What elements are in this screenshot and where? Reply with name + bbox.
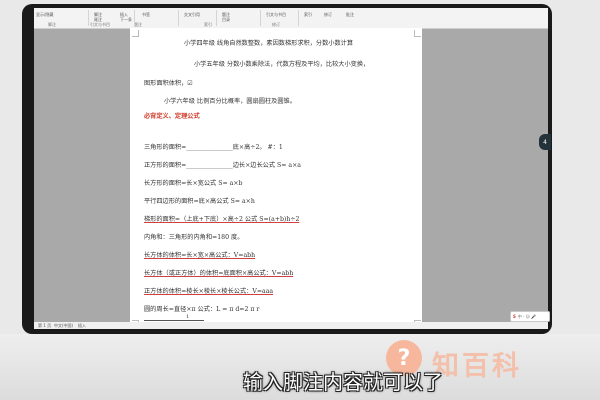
- ribbon-divider: [260, 10, 261, 26]
- formula-line: 内角和：三角形的内角和=180 度。: [144, 234, 244, 241]
- sogou-logo-icon: S: [513, 314, 516, 319]
- formula-line: 梯形的面积=（上底+下底）×高÷2 公式 S=(a+b)h÷2: [144, 216, 300, 223]
- formula-line: 长方体（或正方体）的体积=底面积×高公式：V=abh: [144, 270, 294, 277]
- formula-line: 三角形的面积=_______________底×高÷2。 #：1: [144, 144, 283, 151]
- side-panel-handle[interactable]: 4: [539, 134, 551, 150]
- citation-button[interactable]: 引文与书目: [266, 12, 286, 18]
- video-subtitle: 输入脚注内容就可以了: [243, 370, 443, 394]
- ribbon-divider: [88, 10, 89, 26]
- ribbon-divider: [178, 10, 179, 26]
- formula-line: 长方体的体积=长×宽×高公式：V=abh: [144, 252, 256, 259]
- comment-button[interactable]: 批注: [346, 12, 354, 18]
- status-bar: 第 1 页 中文(中国) 插入: [34, 322, 548, 329]
- side-handle-label: 4: [543, 138, 547, 146]
- page-indicator[interactable]: 第 1 页: [38, 323, 51, 329]
- formula-line: 长方形的面积=长×宽公式 S= a×b: [144, 180, 243, 187]
- group-label-citation: 引文与书目: [90, 22, 110, 27]
- text-line: 小学四年级 线角自然数整数，素因数梯形求积，分数小数计算: [184, 40, 354, 47]
- margin-corner-mark: [414, 30, 421, 37]
- text-line: 图形面积体积，☑: [144, 80, 193, 87]
- footnote-number[interactable]: 1: [186, 314, 189, 320]
- formula-line: 正方形的面积=_______________边长×边长公式 S= a×a: [144, 162, 301, 169]
- margin-corner-mark: [132, 30, 139, 37]
- word-window: 显示/隐藏 脚注 尾注 插入 下一条 书签 交叉引用 题注 目录 引文与书目 索…: [34, 8, 548, 329]
- toc-button[interactable]: 目录: [222, 17, 230, 23]
- index-button[interactable]: 索引: [304, 12, 312, 18]
- formula-line: 圆的周长=直径×π 公式：L = π d=2 π r: [144, 306, 260, 313]
- track-changes-button[interactable]: 修订: [324, 12, 332, 18]
- group-label-footnote: 脚注: [48, 22, 56, 27]
- ribbon-divider: [216, 10, 217, 26]
- formula-line: 平行四边形的面积=底×高公式 S= a×h: [144, 198, 255, 205]
- formula-line: 正方体的体积=棱长×棱长×棱长公式：V=aaa: [144, 288, 274, 295]
- footnote-separator: [144, 320, 204, 321]
- next-footnote-button[interactable]: 下一条: [120, 17, 132, 23]
- insert-mode-indicator[interactable]: 插入: [78, 323, 86, 329]
- toggle-show-hide[interactable]: 显示/隐藏: [36, 12, 53, 18]
- language-indicator[interactable]: 中文(中国): [54, 323, 73, 329]
- ribbon-divider: [134, 10, 135, 26]
- watermark-text: 知百科: [432, 351, 522, 382]
- cross-reference-button[interactable]: 交叉引用: [184, 12, 200, 18]
- ribbon-references: 显示/隐藏 脚注 尾注 插入 下一条 书签 交叉引用 题注 目录 引文与书目 索…: [34, 8, 548, 29]
- bookmark-button[interactable]: 书签: [142, 12, 150, 18]
- section-heading: 必背定义、定理公式: [144, 113, 200, 120]
- input-method-toolbar[interactable]: S 中 · ☺ 🎤: [510, 311, 550, 322]
- document-page[interactable]: 小学四年级 线角自然数整数，素因数梯形求积，分数小数计算 小学五年级 分数小数乘…: [130, 28, 422, 329]
- ribbon-divider: [298, 10, 299, 26]
- input-method-labels: 中 · ☺ 🎤: [517, 313, 537, 319]
- text-line: 小学六年级 比例百分比概率，圆扇圆柱及圆锥。: [164, 98, 296, 105]
- text-line: 小学五年级 分数小数乘除法，代数方程及平均，比较大小变换，: [194, 61, 370, 68]
